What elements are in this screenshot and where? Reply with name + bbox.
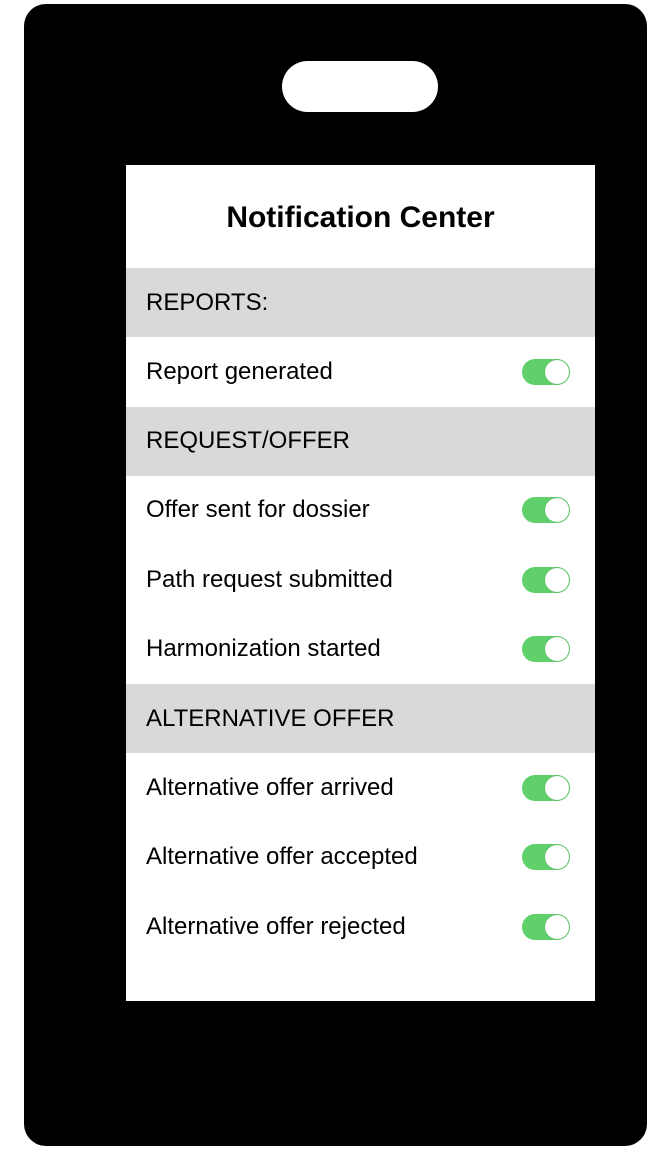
- path-request-toggle[interactable]: [522, 566, 570, 593]
- setting-label: Harmonization started: [146, 635, 381, 663]
- phone-frame: Notification Center REPORTS: Report gene…: [24, 4, 647, 1146]
- toggle-knob: [545, 498, 569, 523]
- setting-label: Alternative offer accepted: [146, 843, 418, 871]
- notification-center-screen: Notification Center REPORTS: Report gene…: [126, 165, 595, 1001]
- alt-offer-arrived-toggle[interactable]: [522, 774, 570, 801]
- setting-label: Offer sent for dossier: [146, 496, 370, 524]
- page-title: Notification Center: [226, 200, 495, 234]
- harmonization-toggle[interactable]: [522, 636, 570, 663]
- toggle-knob: [545, 359, 569, 384]
- toggle-knob: [545, 845, 569, 870]
- setting-row-alt-offer-rejected: Alternative offer rejected: [126, 892, 595, 962]
- report-generated-toggle[interactable]: [522, 358, 570, 385]
- section-header-request-offer: REQUEST/OFFER: [126, 406, 595, 476]
- setting-label: Path request submitted: [146, 565, 393, 593]
- alt-offer-rejected-toggle[interactable]: [522, 913, 570, 940]
- setting-row-alt-offer-arrived: Alternative offer arrived: [126, 753, 595, 823]
- setting-row-alt-offer-accepted: Alternative offer accepted: [126, 823, 595, 893]
- setting-row-path-request: Path request submitted: [126, 545, 595, 615]
- offer-sent-toggle[interactable]: [522, 497, 570, 524]
- setting-label: Report generated: [146, 357, 333, 385]
- toggle-knob: [545, 914, 569, 939]
- phone-speaker: [282, 61, 438, 112]
- alt-offer-accepted-toggle[interactable]: [522, 844, 570, 871]
- setting-label: Alternative offer rejected: [146, 912, 406, 940]
- toggle-knob: [545, 775, 569, 800]
- section-header-reports: REPORTS:: [126, 268, 595, 337]
- setting-row-offer-sent: Offer sent for dossier: [126, 476, 595, 546]
- setting-row-harmonization: Harmonization started: [126, 615, 595, 685]
- toggle-knob: [545, 567, 569, 592]
- toggle-knob: [545, 637, 569, 662]
- setting-label: Alternative offer arrived: [146, 773, 394, 801]
- section-header-alternative-offer: ALTERNATIVE OFFER: [126, 684, 595, 753]
- setting-row-report-generated: Report generated: [126, 337, 595, 407]
